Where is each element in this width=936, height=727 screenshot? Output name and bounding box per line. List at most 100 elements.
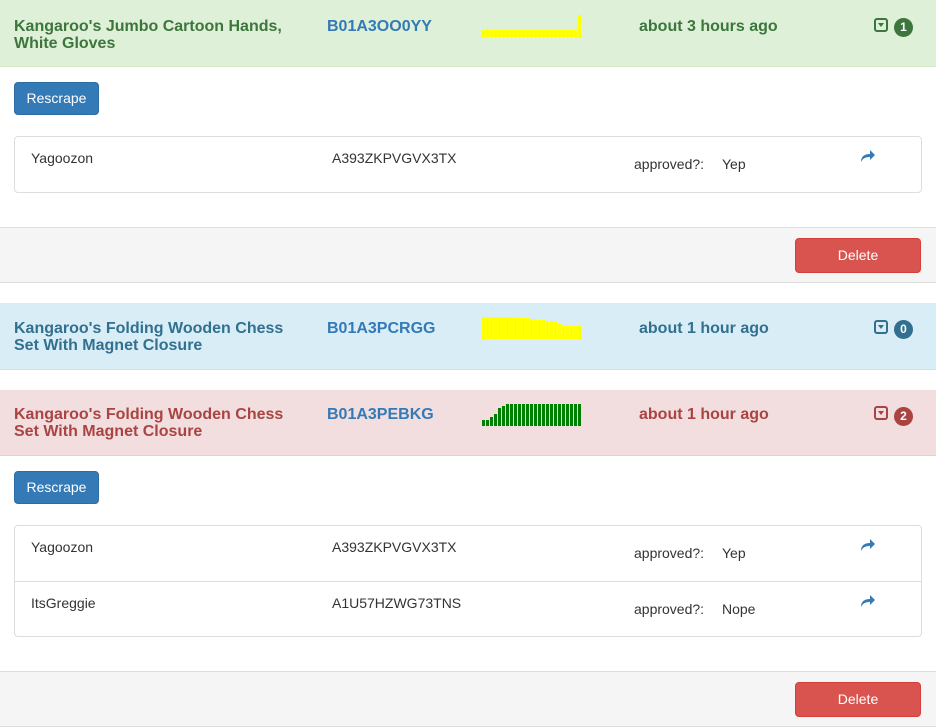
product-title: Kangaroo's Jumbo Cartoon Hands, White Gl… [14,18,282,52]
spark-bar [490,417,493,426]
caret-down-icon[interactable] [874,406,888,420]
panel-footer: Delete [0,227,936,283]
spark-bar [534,404,537,426]
spark-bar [502,406,505,426]
spark-bar [518,404,521,426]
reviewer-id: A393ZKPVGVX3TX [332,150,457,166]
spark-bar [518,318,521,339]
spark-bar [522,30,525,37]
spark-bar [494,317,497,339]
spark-bar [486,420,489,426]
product-title: Kangaroo's Folding Wooden Chess Set With… [14,406,284,440]
product-asin-link[interactable]: B01A3OO0YY [327,18,432,35]
spark-bar [570,326,573,339]
delete-button[interactable]: Delete [795,238,921,273]
spark-bar [482,30,485,37]
last-updated: about 3 hours ago [639,18,778,35]
spark-bar [550,321,553,339]
spark-bar [518,30,521,37]
spark-bar [542,404,545,426]
spark-bar [482,317,485,339]
last-updated: about 1 hour ago [639,320,769,337]
spark-bar [494,30,497,37]
last-updated: about 1 hour ago [639,406,769,423]
review-list: Yagoozon A393ZKPVGVX3TX approved?: Yep I… [14,525,922,637]
spark-bar [542,30,545,37]
spark-bar [506,30,509,37]
reviewer-name: ItsGreggie [31,595,96,611]
spark-bar [562,30,565,37]
spark-bar [546,30,549,37]
spark-bar [494,414,497,426]
approved-label: approved?: [634,601,705,617]
spark-bar [558,324,561,339]
sparkline [482,317,582,339]
spark-bar [510,317,513,339]
product-header[interactable]: Kangaroo's Folding Wooden Chess Set With… [0,390,936,456]
spark-bar [562,404,565,426]
spark-bar [550,30,553,37]
spark-bar [510,30,513,37]
list-item: Yagoozon A393ZKPVGVX3TX approved?: Yep [15,526,921,581]
reviewer-id: A1U57HZWG73TNS [332,595,462,611]
caret-down-icon[interactable] [874,18,888,32]
spark-bar [486,30,489,37]
spark-bar [574,404,577,426]
approved-label: approved?: [634,545,705,561]
share-icon[interactable] [860,149,876,163]
list-item: Yagoozon A393ZKPVGVX3TX approved?: Yep [15,137,921,192]
review-count-badge: 0 [894,320,913,339]
spark-bar [530,404,533,426]
reviewer-id: A393ZKPVGVX3TX [332,539,457,555]
spark-bar [482,420,485,426]
spark-bar [554,404,557,426]
delete-button[interactable]: Delete [795,682,921,717]
share-icon[interactable] [860,594,876,608]
spark-bar [514,30,517,37]
spark-bar [530,319,533,339]
review-count-badge: 2 [894,407,913,426]
approved-value: Yep [722,545,746,561]
approved-value: Yep [722,156,746,172]
sparkline [482,404,582,426]
spark-bar [550,404,553,426]
spark-bar [570,30,573,37]
spark-bar [558,404,561,426]
spark-bar [534,30,537,37]
rescrape-button[interactable]: Rescrape [14,471,99,504]
spark-bar [514,317,517,339]
review-list: Yagoozon A393ZKPVGVX3TX approved?: Yep [14,136,922,193]
product-asin-link[interactable]: B01A3PEBKG [327,406,434,423]
product-asin-link[interactable]: B01A3PCRGG [327,320,435,337]
caret-down-icon[interactable] [874,320,888,334]
spark-bar [558,30,561,37]
spark-bar [498,408,501,426]
spark-bar [498,30,501,37]
spark-bar [566,326,569,339]
spark-bar [534,319,537,339]
spark-bar [574,326,577,339]
spark-bar [546,404,549,426]
rescrape-button[interactable]: Rescrape [14,82,99,115]
spark-bar [502,30,505,37]
sparkline [482,15,582,37]
spark-bar [526,404,529,426]
spark-bar [502,317,505,339]
spark-bar [538,320,541,339]
spark-bar [522,404,525,426]
spark-bar [566,30,569,37]
list-item: ItsGreggie A1U57HZWG73TNS approved?: Nop… [15,581,921,636]
spark-bar [506,404,509,426]
share-icon[interactable] [860,538,876,552]
product-header[interactable]: Kangaroo's Folding Wooden Chess Set With… [0,303,936,370]
spark-bar [526,318,529,339]
review-count-badge: 1 [894,18,913,37]
spark-bar [538,30,541,37]
product-title: Kangaroo's Folding Wooden Chess Set With… [14,320,284,354]
product-header[interactable]: Kangaroo's Jumbo Cartoon Hands, White Gl… [0,0,936,67]
spark-bar [554,322,557,339]
spark-bar [578,404,581,426]
spark-bar [566,404,569,426]
spark-bar [498,317,501,339]
spark-bar [542,320,545,339]
